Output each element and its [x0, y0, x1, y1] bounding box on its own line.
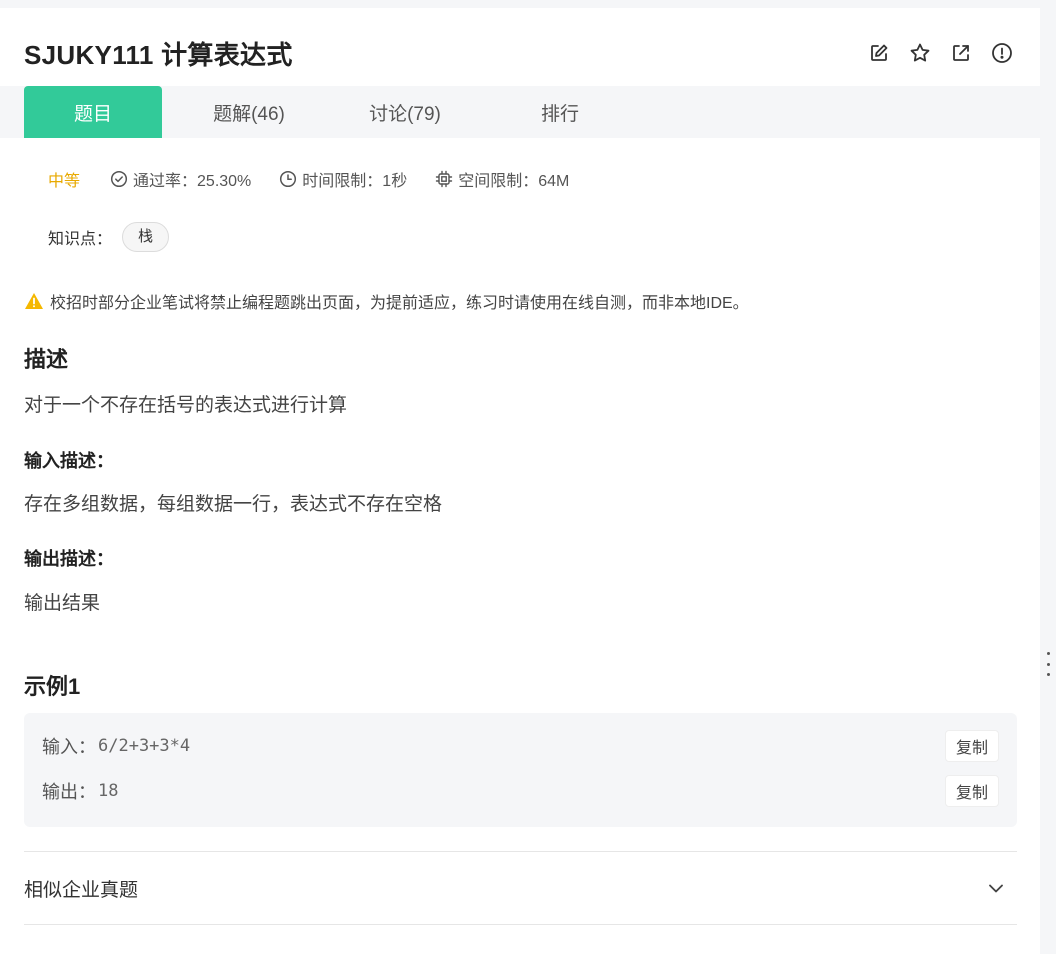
page-title: SJUKY111 计算表达式 — [24, 39, 293, 70]
report-icon[interactable] — [990, 41, 1014, 65]
difficulty-badge: 中等 — [48, 173, 81, 190]
similar-questions-toggle[interactable]: 相似企业真题 — [24, 852, 1017, 924]
tab-bar: 题目 题解(46) 讨论(79) 排行 — [0, 86, 1040, 138]
output-desc-text: 输出结果 — [24, 593, 101, 614]
input-desc-heading: 输入描述： — [24, 451, 114, 471]
share-icon[interactable] — [949, 41, 973, 65]
knowledge-label: 知识点： — [48, 231, 113, 248]
pass-rate-text: 通过率：25.30% — [133, 173, 252, 190]
knowledge-tag[interactable]: 栈 — [122, 222, 170, 252]
tab-discussion[interactable]: 讨论(79) — [346, 86, 464, 138]
example-input-value: 6/2+3+3*4 — [98, 736, 191, 756]
tab-ranking[interactable]: 排行 — [510, 86, 610, 138]
description-text: 对于一个不存在括号的表达式进行计算 — [24, 395, 348, 416]
tab-problem[interactable]: 题目 — [24, 86, 162, 138]
memory-limit: 空间限制：64M — [435, 167, 569, 191]
tab-solutions[interactable]: 题解(46) — [190, 86, 308, 138]
pass-rate: 通过率：25.30% — [110, 167, 251, 191]
example-output-row: 输出： 18 复制 — [42, 775, 999, 807]
time-limit-text: 时间限制：1秒 — [302, 173, 408, 190]
example-heading: 示例1 — [24, 674, 81, 699]
warning-text: 校招时部分企业笔试将禁止编程题跳出页面，为提前适应，练习时请使用在线自测，而非本… — [50, 295, 749, 312]
input-desc-text: 存在多组数据，每组数据一行，表达式不存在空格 — [24, 494, 443, 515]
example-input-row: 输入： 6/2+3+3*4 复制 — [42, 730, 999, 762]
problem-meta: 中等 通过率：25.30% 时间限制：1秒 空间限制：64M — [48, 166, 597, 192]
memory-limit-text: 空间限制：64M — [458, 173, 570, 190]
resize-gutter[interactable] — [1040, 0, 1056, 954]
knowledge-points: 知识点： 栈 — [48, 221, 170, 253]
example-output-label: 输出： — [42, 782, 96, 802]
warning-notice: 校招时部分企业笔试将禁止编程题跳出页面，为提前适应，练习时请使用在线自测，而非本… — [24, 288, 749, 314]
problem-header: SJUKY111 计算表达式 — [24, 30, 1024, 76]
time-limit: 时间限制：1秒 — [279, 167, 407, 191]
copy-output-button[interactable]: 复制 — [944, 775, 999, 807]
example-input-label: 输入： — [42, 737, 96, 757]
check-circle-icon — [110, 170, 128, 188]
example-output-value: 18 — [98, 781, 119, 801]
clock-icon — [280, 170, 297, 188]
header-actions — [867, 41, 1014, 65]
example-box: 输入： 6/2+3+3*4 复制 输出： 18 复制 — [24, 713, 1017, 827]
output-desc-heading: 输出描述： — [24, 549, 114, 569]
chevron-down-icon — [989, 884, 1003, 893]
description-heading: 描述 — [24, 347, 69, 372]
drag-handle-icon[interactable] — [1047, 652, 1050, 676]
chip-icon — [436, 170, 453, 188]
divider-bottom — [24, 924, 1017, 925]
warning-icon — [25, 293, 43, 309]
edit-icon[interactable] — [867, 41, 891, 65]
copy-input-button[interactable]: 复制 — [944, 730, 999, 762]
star-icon[interactable] — [908, 41, 932, 65]
similar-questions-label: 相似企业真题 — [24, 879, 139, 901]
